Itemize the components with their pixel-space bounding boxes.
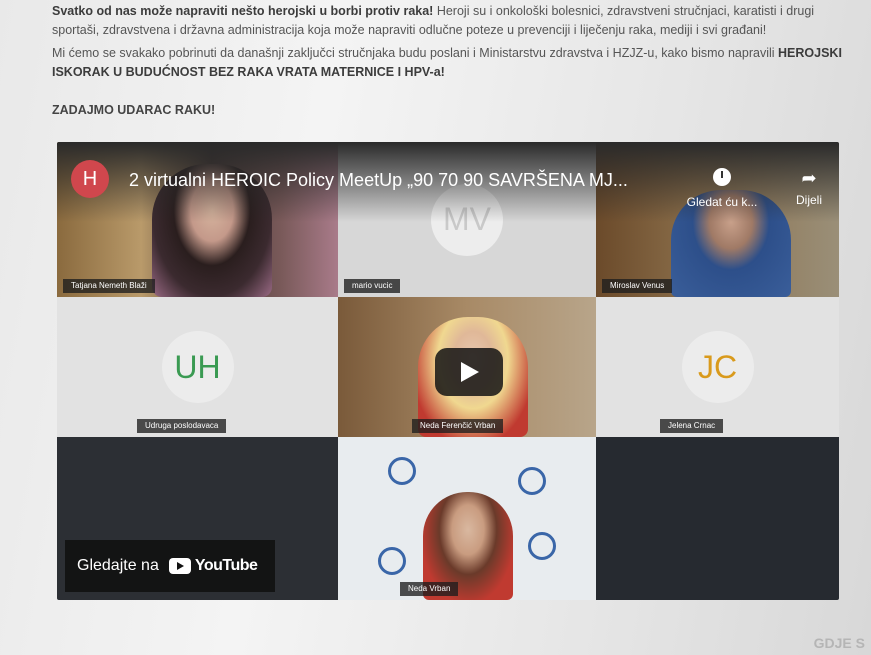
avatar-initials: JC xyxy=(697,348,738,385)
participant-name: mario vucic xyxy=(344,279,401,293)
clock-icon xyxy=(713,168,731,186)
paragraph-heroes-bold: Svatko od nas može napraviti nešto heroj… xyxy=(52,4,434,18)
participant-tile-4: UH Udruga poslodavaca xyxy=(57,297,338,437)
play-button[interactable] xyxy=(435,348,503,396)
participant-name: Neda Ferenčić Vrban xyxy=(412,419,504,433)
participant-name: Udruga poslodavaca xyxy=(137,419,227,433)
channel-initial: H xyxy=(82,167,98,190)
participant-tile-7: Neda Vrban xyxy=(338,437,596,600)
watch-later-button[interactable]: Gledat ću k... xyxy=(677,168,767,209)
youtube-wordmark: YouTube xyxy=(194,557,258,574)
watch-later-label: Gledat ću k... xyxy=(686,195,758,209)
logo-pattern xyxy=(528,532,556,560)
watch-on-youtube-button[interactable]: Gledajte na YouTube xyxy=(65,540,275,592)
share-button[interactable]: ➦ Dijeli xyxy=(779,168,839,207)
clock-hand-icon xyxy=(721,171,723,178)
avatar-initials: UH xyxy=(174,348,221,385)
video-title-bar: H 2 virtualni HEROIC Policy MeetUp „90 7… xyxy=(57,142,839,222)
paragraph-slogan: ZADAJMO UDARAC RAKU! xyxy=(52,103,216,117)
youtube-logo-icon xyxy=(168,558,191,574)
sidebar-heading-fragment: GDJE S xyxy=(813,635,865,651)
watch-on-label: Gledajte na xyxy=(77,557,159,574)
share-label: Dijeli xyxy=(795,193,822,207)
participant-name: Tatjana Nemeth Blaži xyxy=(63,279,155,293)
participant-name: Neda Vrban xyxy=(400,582,459,596)
channel-avatar[interactable]: H xyxy=(71,160,109,198)
logo-pattern xyxy=(518,467,546,495)
youtube-embed[interactable]: Tatjana Nemeth Blaži MV mario vucic Miro… xyxy=(57,142,839,600)
video-title[interactable]: 2 virtualni HEROIC Policy MeetUp „90 70 … xyxy=(129,170,628,191)
participant-name: Jelena Crnac xyxy=(660,419,724,433)
participant-name: Miroslav Venus xyxy=(602,279,673,293)
participant-avatar: JC xyxy=(681,331,754,403)
paragraph-heroes: Svatko od nas može napraviti nešto heroj… xyxy=(52,2,842,40)
paragraph-ministry: Mi ćemo se svakako pobrinuti da današnji… xyxy=(52,44,842,82)
web-page: Svatko od nas može napraviti nešto heroj… xyxy=(0,0,871,655)
participant-tile-6: JC Jelena Crnac xyxy=(596,297,839,437)
logo-pattern xyxy=(378,547,406,575)
participant-avatar: UH xyxy=(161,331,234,403)
participant-tile-empty-right xyxy=(596,437,839,600)
logo-pattern xyxy=(388,457,416,485)
share-arrow-icon: ➦ xyxy=(801,168,817,188)
paragraph-ministry-text: Mi ćemo se svakako pobrinuti da današnji… xyxy=(52,46,775,60)
